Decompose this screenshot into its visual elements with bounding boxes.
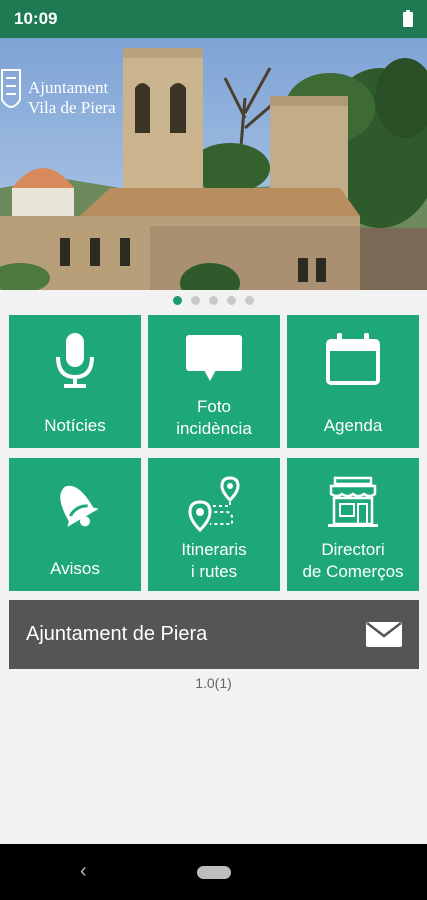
tile-directori-comercos[interactable]: Directori de Comerços	[287, 458, 419, 591]
menu-grid: Notícies Foto incidència Agenda Avisos I…	[9, 315, 419, 591]
tile-label: Avisos	[50, 559, 100, 578]
tile-label-line1: Foto	[196, 397, 232, 416]
tile-label-line1: Itineraris	[181, 540, 247, 559]
tile-label-line2: i rutes	[190, 562, 238, 581]
calendar-icon	[287, 333, 419, 397]
mail-icon	[366, 622, 402, 647]
carousel-dot-4[interactable]	[227, 296, 236, 305]
tile-foto-incidencia[interactable]: Foto incidència	[148, 315, 280, 448]
system-nav-bar: ‹	[0, 844, 427, 900]
status-time: 10:09	[14, 9, 58, 28]
speech-bubble-icon	[148, 333, 280, 397]
battery-full-icon	[403, 10, 413, 27]
tile-label: Itineraris i rutes	[148, 539, 280, 583]
home-pill-icon[interactable]	[197, 866, 231, 879]
back-icon[interactable]: ‹	[80, 860, 87, 883]
logo-text-line2: Vila de Piera	[28, 98, 116, 117]
tile-avisos[interactable]: Avisos	[9, 458, 141, 591]
contact-ajuntament-button[interactable]: Ajuntament de Piera	[9, 600, 419, 669]
contact-title: Ajuntament de Piera	[26, 623, 208, 645]
route-map-icon	[148, 476, 280, 540]
tile-label: Agenda	[323, 416, 383, 435]
tile-label-line1: Directori	[321, 540, 385, 559]
tile-itineraris-rutes[interactable]: Itineraris i rutes	[148, 458, 280, 591]
carousel-indicator	[0, 296, 427, 306]
carousel-dot-5[interactable]	[245, 296, 254, 305]
status-bar: 10:09	[0, 0, 427, 38]
carousel-dot-3[interactable]	[209, 296, 218, 305]
tile-agenda[interactable]: Agenda	[287, 315, 419, 448]
shop-icon	[287, 476, 419, 540]
coat-of-arms-icon	[1, 69, 21, 108]
bell-icon	[9, 476, 141, 540]
tile-label: Notícies	[44, 416, 106, 435]
app-version: 1.0(1)	[195, 675, 232, 691]
town-logo: Ajuntament Vila de Piera	[0, 58, 140, 128]
microphone-icon	[9, 333, 141, 397]
tile-label-line2: de Comerços	[302, 562, 404, 581]
tile-label-line2: incidència	[176, 419, 252, 438]
tile-label: Directori de Comerços	[287, 539, 419, 583]
tile-noticies[interactable]: Notícies	[9, 315, 141, 448]
logo-text-line1: Ajuntament	[28, 78, 109, 97]
tile-label: Foto incidència	[148, 396, 280, 440]
carousel-dot-2[interactable]	[191, 296, 200, 305]
carousel-dot-1[interactable]	[173, 296, 182, 305]
